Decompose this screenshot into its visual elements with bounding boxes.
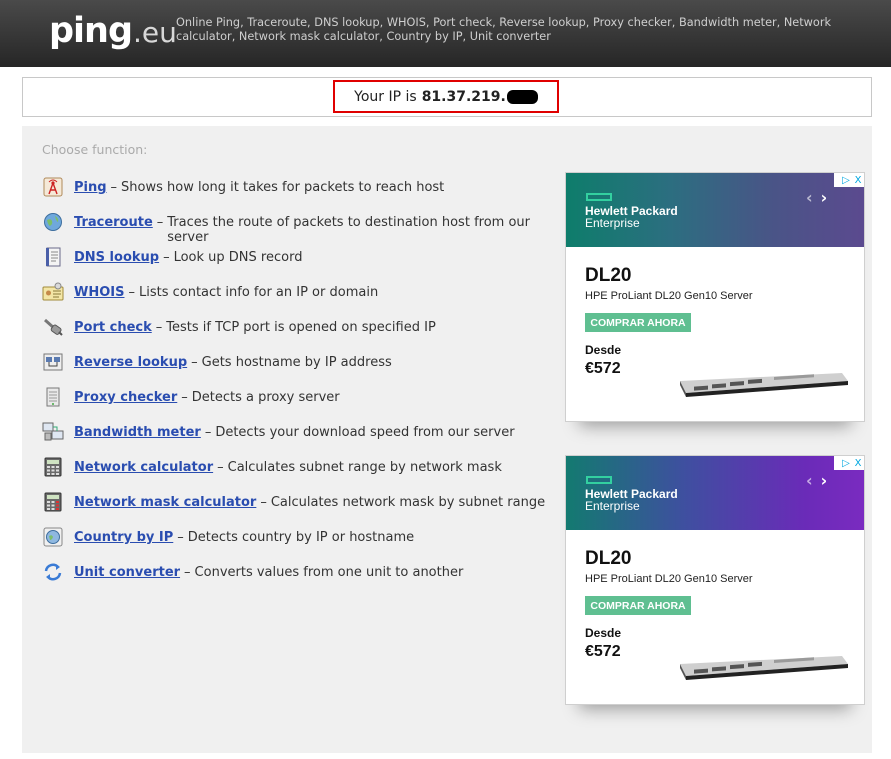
function-link-network-calculator[interactable]: Network calculator [74,460,213,475]
ad-choices-badge[interactable]: ▷ X [834,173,864,187]
world-icon [42,527,64,547]
ad-title: DL20 [585,265,632,286]
globe-icon [42,212,64,232]
function-item-country-by-ip: Country by IP – Detects country by IP or… [42,527,552,565]
ad-carousel-arrows: ‹ › [806,188,835,207]
ad-choices-badge[interactable]: ▷ X [834,456,864,470]
function-item-dns-lookup: DNS lookup – Look up DNS record [42,247,552,285]
function-link-port-check[interactable]: Port check [74,320,152,335]
ad-close-icon[interactable]: X [852,458,864,469]
ad-prev-arrow[interactable]: ‹ [806,471,813,490]
ad-choices-icon[interactable]: ▷ [840,175,852,186]
function-desc-ping: Shows how long it takes for packets to r… [121,180,445,195]
hpe-logo-icon [586,476,612,484]
choose-function-label: Choose function: [42,142,148,157]
function-link-dns-lookup[interactable]: DNS lookup [74,250,159,265]
function-desc-bandwidth-meter: Detects your download speed from our ser… [215,425,515,440]
server-image [680,373,848,397]
site-header: ping .eu Online Ping, Traceroute, DNS lo… [0,0,891,67]
logo-main-text: ping [49,11,133,51]
function-item-unit-converter: Unit converter – Converts values from on… [42,562,552,600]
ad-subtitle: HPE ProLiant DL20 Gen10 Server [585,290,753,302]
function-desc-network-calculator: Calculates subnet range by network mask [227,460,502,475]
ad-from-label: Desde [585,626,622,640]
server-image [680,656,848,680]
function-item-proxy-checker: Proxy checker – Detects a proxy server [42,387,552,425]
function-link-reverse-lookup[interactable]: Reverse lookup [74,355,187,370]
function-desc-traceroute: Traces the route of packets to destinati… [167,215,530,245]
function-desc-proxy-checker: Detects a proxy server [191,390,340,405]
ip-prefix: Your IP is [354,88,417,105]
function-link-whois[interactable]: WHOIS [74,285,124,300]
ad-banner-2[interactable]: Hewlett Packard Enterprise ‹ › ▷ X DL20 HP… [565,455,865,705]
convert-icon [42,562,64,582]
function-desc-reverse-lookup: Gets hostname by IP address [201,355,392,370]
hpe-logo-icon [586,193,612,201]
ad-close-icon[interactable]: X [852,175,864,186]
ip-bar: Your IP is 81.37.219. [22,77,872,117]
function-desc-whois: Lists contact info for an IP or domain [138,285,379,300]
function-item-network-mask-calculator: Network mask calculator – Calculates net… [42,492,552,530]
function-link-traceroute[interactable]: Traceroute [74,215,153,230]
ping-icon [42,177,64,197]
ad-brand-line2: Enterprise [585,216,640,230]
ad-banner-1[interactable]: Hewlett Packard Enterprise ‹ › ▷ X DL20 HP… [565,172,865,422]
function-item-port-check: Port check – Tests if TCP port is opened… [42,317,552,355]
calculator-red-icon [42,492,64,512]
function-item-reverse-lookup: Reverse lookup – Gets hostname by IP add… [42,352,552,390]
site-logo[interactable]: ping .eu [49,11,177,55]
id-card-icon [42,282,64,302]
function-desc-dns-lookup: Look up DNS record [173,250,303,265]
function-list: Ping – Shows how long it takes for packe… [42,177,552,600]
ad-header: Hewlett Packard Enterprise ‹ › [566,456,864,530]
network-icon [42,352,64,372]
function-item-bandwidth-meter: Bandwidth meter – Detects your download … [42,422,552,460]
ad-from-label: Desde [585,343,622,357]
ip-address: 81.37.219. [421,88,506,105]
ad-price: €572 [585,643,621,660]
function-item-network-calculator: Network calculator – Calculates subnet r… [42,457,552,495]
ad-price: €572 [585,360,621,377]
notebook-icon [42,247,64,267]
function-link-unit-converter[interactable]: Unit converter [74,565,180,580]
server-icon [42,387,64,407]
function-link-bandwidth-meter[interactable]: Bandwidth meter [74,425,201,440]
ad-header: Hewlett Packard Enterprise ‹ › [566,173,864,247]
function-item-traceroute: Traceroute – Traces the route of packets… [42,212,552,250]
ad-cta-button[interactable]: COMPRAR AHORA [585,313,691,332]
computers-icon [42,422,64,442]
main-content: Choose function: Ping – Shows how long i… [22,126,872,753]
function-desc-port-check: Tests if TCP port is opened on specified… [166,320,436,335]
ad-cta-button[interactable]: COMPRAR AHORA [585,596,691,615]
ad-subtitle: HPE ProLiant DL20 Gen10 Server [585,573,753,585]
function-link-ping[interactable]: Ping [74,180,107,195]
ad-carousel-arrows: ‹ › [806,471,835,490]
function-link-proxy-checker[interactable]: Proxy checker [74,390,177,405]
function-item-ping: Ping – Shows how long it takes for packe… [42,177,552,215]
function-desc-unit-converter: Converts values from one unit to another [194,565,464,580]
ad-brand-line2: Enterprise [585,499,640,513]
ad-title: DL20 [585,548,632,569]
function-link-network-mask-calculator[interactable]: Network mask calculator [74,495,256,510]
site-tagline: Online Ping, Traceroute, DNS lookup, WHO… [176,16,832,43]
ad-next-arrow[interactable]: › [821,188,828,207]
plug-icon [42,317,64,337]
ad-choices-icon[interactable]: ▷ [840,458,852,469]
function-item-whois: WHOIS – Lists contact info for an IP or … [42,282,552,320]
ad-next-arrow[interactable]: › [821,471,828,490]
function-desc-network-mask-calculator: Calculates network mask by subnet range [270,495,546,510]
ip-display: Your IP is 81.37.219. [333,80,559,113]
function-desc-country-by-ip: Detects country by IP or hostname [187,530,415,545]
function-link-country-by-ip[interactable]: Country by IP [74,530,173,545]
ip-redaction [506,89,538,104]
calculator-icon [42,457,64,477]
logo-tld-text: .eu [133,16,177,49]
ad-prev-arrow[interactable]: ‹ [806,188,813,207]
